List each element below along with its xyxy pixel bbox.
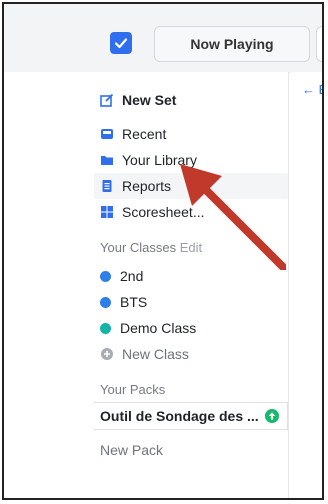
class-label: Demo Class	[120, 320, 197, 336]
main-content: ← Ba	[290, 72, 322, 498]
back-link[interactable]: ← Ba	[302, 82, 322, 97]
class-label: BTS	[120, 294, 148, 310]
app-window: Now Playing S New Set Recent Your Librar…	[2, 2, 324, 500]
search-input[interactable]: S	[316, 26, 322, 62]
pack-label: Outil de Sondage des ...	[100, 408, 259, 424]
classes-edit-link[interactable]: Edit	[180, 240, 202, 255]
new-class-label: New Class	[122, 346, 189, 362]
classes-heading: Your Classes Edit	[100, 240, 202, 255]
class-label: 2nd	[120, 268, 144, 284]
sidebar-item-label: Reports	[122, 178, 172, 194]
upload-arrow-icon[interactable]	[264, 409, 279, 423]
edit-icon	[100, 93, 114, 107]
sidebar: New Set Recent Your Library Reports Scor…	[4, 72, 289, 498]
grid-icon	[100, 205, 114, 219]
sidebar-item-label: Recent	[122, 126, 167, 142]
class-color-dot	[100, 296, 111, 308]
new-pack-label: New Pack	[100, 442, 164, 458]
sidebar-item-scoresheet[interactable]: Scoresheet...	[100, 200, 205, 224]
classes-heading-label: Your Classes	[100, 240, 177, 255]
pack-item[interactable]: Outil de Sondage des ...	[100, 402, 279, 430]
thumbnail-strip	[322, 128, 324, 276]
sidebar-item-recent[interactable]: Recent	[100, 122, 166, 146]
new-set-label: New Set	[122, 92, 177, 108]
folder-icon	[100, 153, 114, 167]
new-set-button[interactable]: New Set	[100, 88, 176, 112]
class-item[interactable]: Demo Class	[100, 316, 196, 340]
report-icon	[100, 179, 114, 193]
class-color-dot	[100, 270, 111, 282]
top-toolbar: Now Playing S	[4, 4, 322, 73]
class-color-dot	[100, 322, 111, 334]
packs-heading: Your Packs	[100, 382, 166, 397]
new-class-button[interactable]: New Class	[100, 342, 189, 366]
new-pack-button[interactable]: New Pack	[100, 438, 163, 462]
sidebar-item-library[interactable]: Your Library	[100, 148, 197, 172]
class-item[interactable]: 2nd	[100, 264, 143, 288]
sidebar-item-reports[interactable]: Reports	[100, 174, 171, 198]
sidebar-item-label: Your Library	[122, 152, 197, 168]
inbox-icon	[100, 127, 114, 141]
plus-circle-icon	[100, 347, 114, 361]
class-item[interactable]: BTS	[100, 290, 147, 314]
sidebar-item-label: Scoresheet...	[122, 204, 205, 220]
checkbox-logo-icon[interactable]	[110, 32, 132, 54]
now-playing-button[interactable]: Now Playing	[154, 26, 310, 62]
